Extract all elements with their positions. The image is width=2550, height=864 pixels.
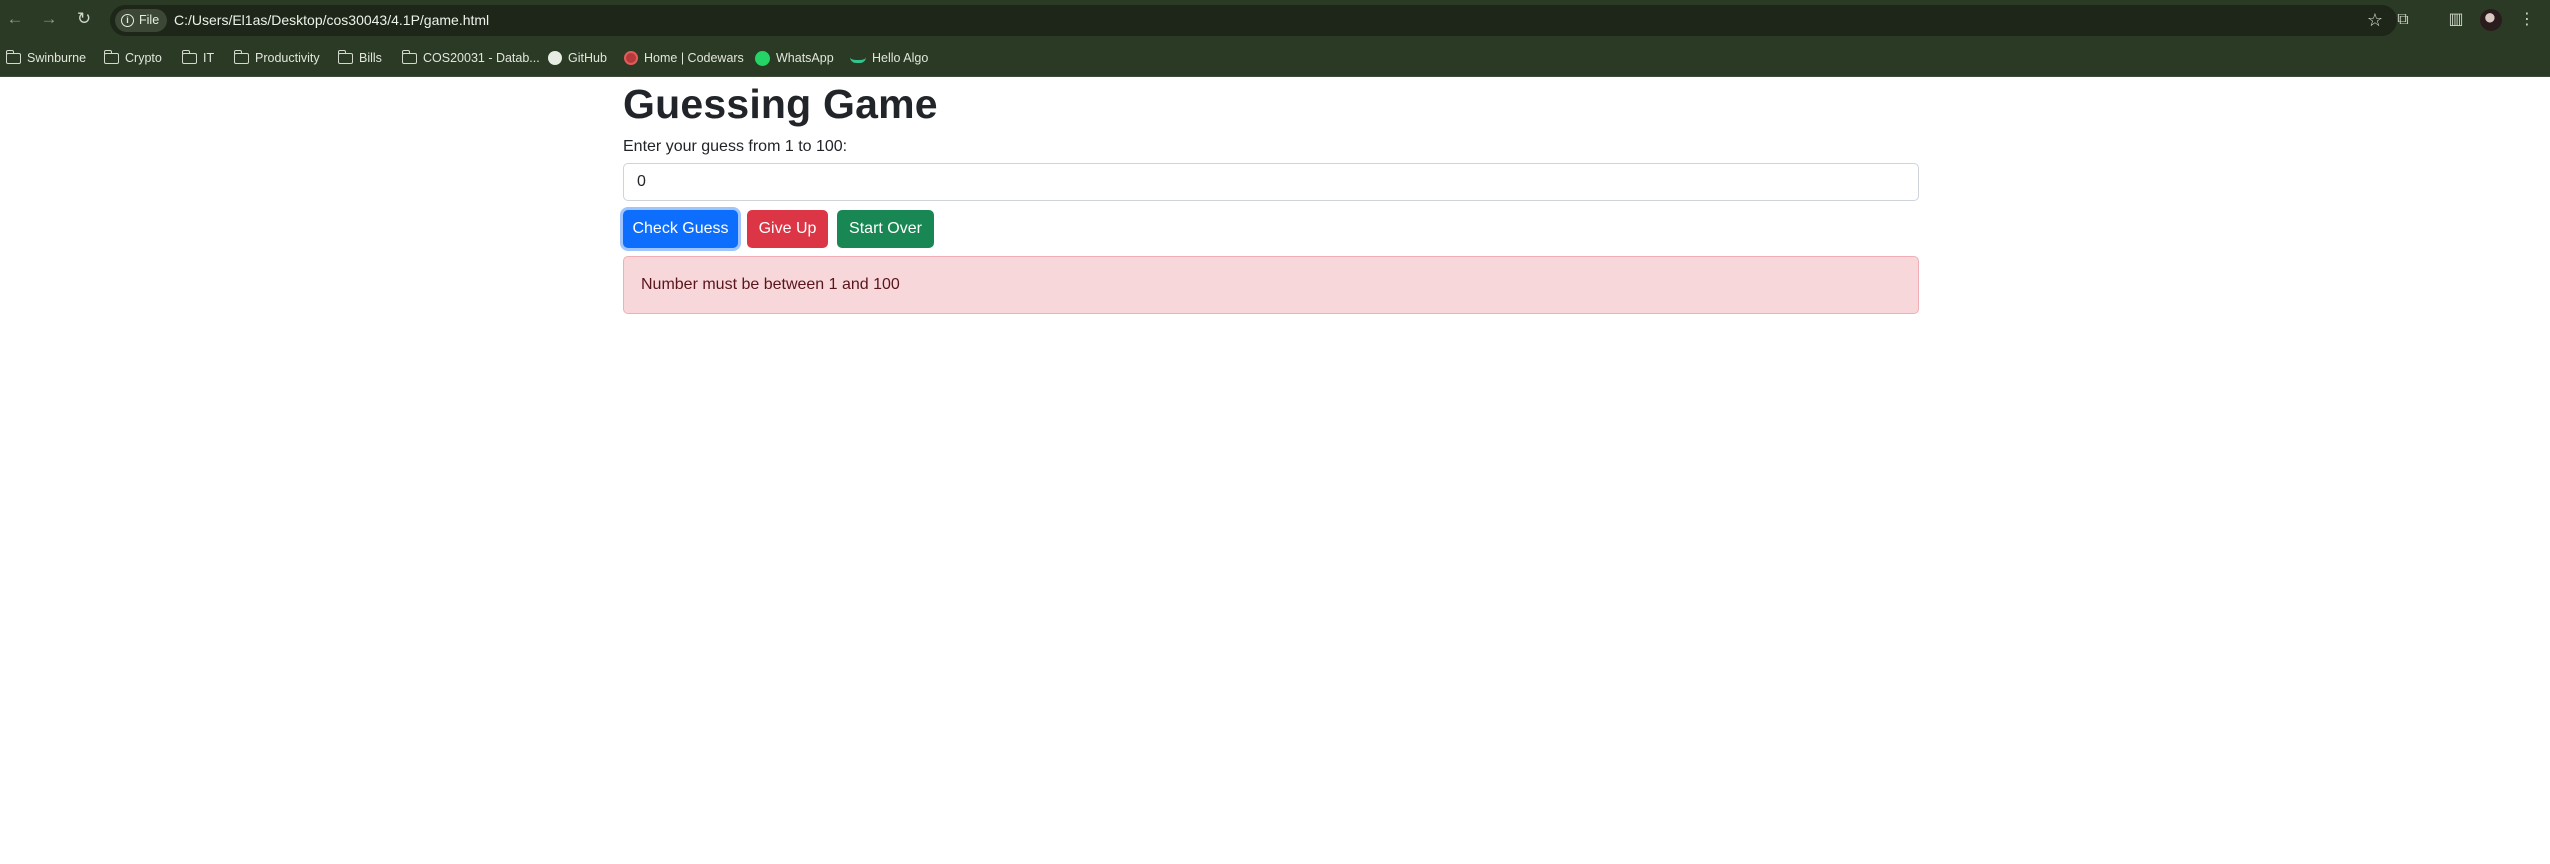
reload-icon[interactable]: ↻ xyxy=(73,8,95,30)
bookmark-folder-swinburne[interactable]: Swinburne xyxy=(5,48,87,68)
bookmark-label: WhatsApp xyxy=(776,51,834,65)
folder-icon xyxy=(337,49,353,64)
bookmark-github[interactable]: GitHub xyxy=(548,48,607,68)
bookmark-folder-productivity[interactable]: Productivity xyxy=(233,48,320,68)
give-up-button[interactable]: Give Up xyxy=(747,210,828,248)
bookmark-folder-crypto[interactable]: Crypto xyxy=(103,48,162,68)
github-icon xyxy=(548,51,562,65)
folder-icon xyxy=(233,49,249,64)
address-bar[interactable]: i File C:/Users/El1as/Desktop/cos30043/4… xyxy=(110,5,2397,36)
bookmark-star-icon[interactable]: ☆ xyxy=(2367,5,2383,36)
profile-avatar[interactable] xyxy=(2480,9,2502,31)
error-alert: Number must be between 1 and 100 xyxy=(623,256,1919,314)
check-guess-button[interactable]: Check Guess xyxy=(623,210,738,248)
bookmark-folder-cos20031[interactable]: COS20031 - Datab... xyxy=(401,48,540,68)
folder-icon xyxy=(103,49,119,64)
forward-arrow-icon[interactable]: → xyxy=(38,8,60,30)
site-chip-label: File xyxy=(139,13,160,27)
bookmarks-bar: Swinburne Crypto IT Productivity Bills C… xyxy=(0,41,2550,77)
back-arrow-icon[interactable]: ← xyxy=(4,8,26,30)
bookmark-whatsapp[interactable]: WhatsApp xyxy=(755,48,834,68)
page-title: Guessing Game xyxy=(623,81,938,127)
bookmark-folder-it[interactable]: IT xyxy=(181,48,215,68)
start-over-button[interactable]: Start Over xyxy=(837,210,934,248)
bookmark-label: Productivity xyxy=(255,51,320,65)
folder-icon xyxy=(5,49,21,64)
info-icon: i xyxy=(121,14,134,27)
bookmark-hello-algo[interactable]: Hello Algo xyxy=(850,48,928,68)
folder-icon xyxy=(181,49,197,64)
bookmark-label: COS20031 - Datab... xyxy=(423,51,540,65)
side-panel-icon[interactable]: ▥ xyxy=(2445,9,2467,31)
whatsapp-icon xyxy=(755,50,770,66)
site-info-chip[interactable]: i File xyxy=(115,9,168,32)
url-text[interactable]: C:/Users/El1as/Desktop/cos30043/4.1P/gam… xyxy=(174,5,489,36)
guess-input[interactable]: 0 xyxy=(623,163,1919,201)
browser-toolbar: ← → ↻ i File C:/Users/El1as/Desktop/cos3… xyxy=(0,0,2550,41)
bookmark-label: GitHub xyxy=(568,51,607,65)
bookmark-label: Crypto xyxy=(125,51,162,65)
folder-icon xyxy=(401,49,417,64)
bookmark-label: Swinburne xyxy=(27,51,87,65)
extensions-icon[interactable]: ⧉ xyxy=(2392,9,2414,31)
bookmark-codewars[interactable]: Home | Codewars xyxy=(624,48,744,68)
bookmark-label: Home | Codewars xyxy=(644,51,744,65)
hello-algo-icon xyxy=(850,53,866,63)
bookmark-label: Bills xyxy=(359,51,382,65)
bookmark-folder-bills[interactable]: Bills xyxy=(337,48,382,68)
guess-prompt-label: Enter your guess from 1 to 100: xyxy=(623,138,848,155)
menu-kebab-icon[interactable]: ⋮ xyxy=(2516,9,2538,31)
bookmark-label: IT xyxy=(203,51,215,65)
codewars-icon xyxy=(624,51,638,65)
bookmark-label: Hello Algo xyxy=(872,51,929,65)
